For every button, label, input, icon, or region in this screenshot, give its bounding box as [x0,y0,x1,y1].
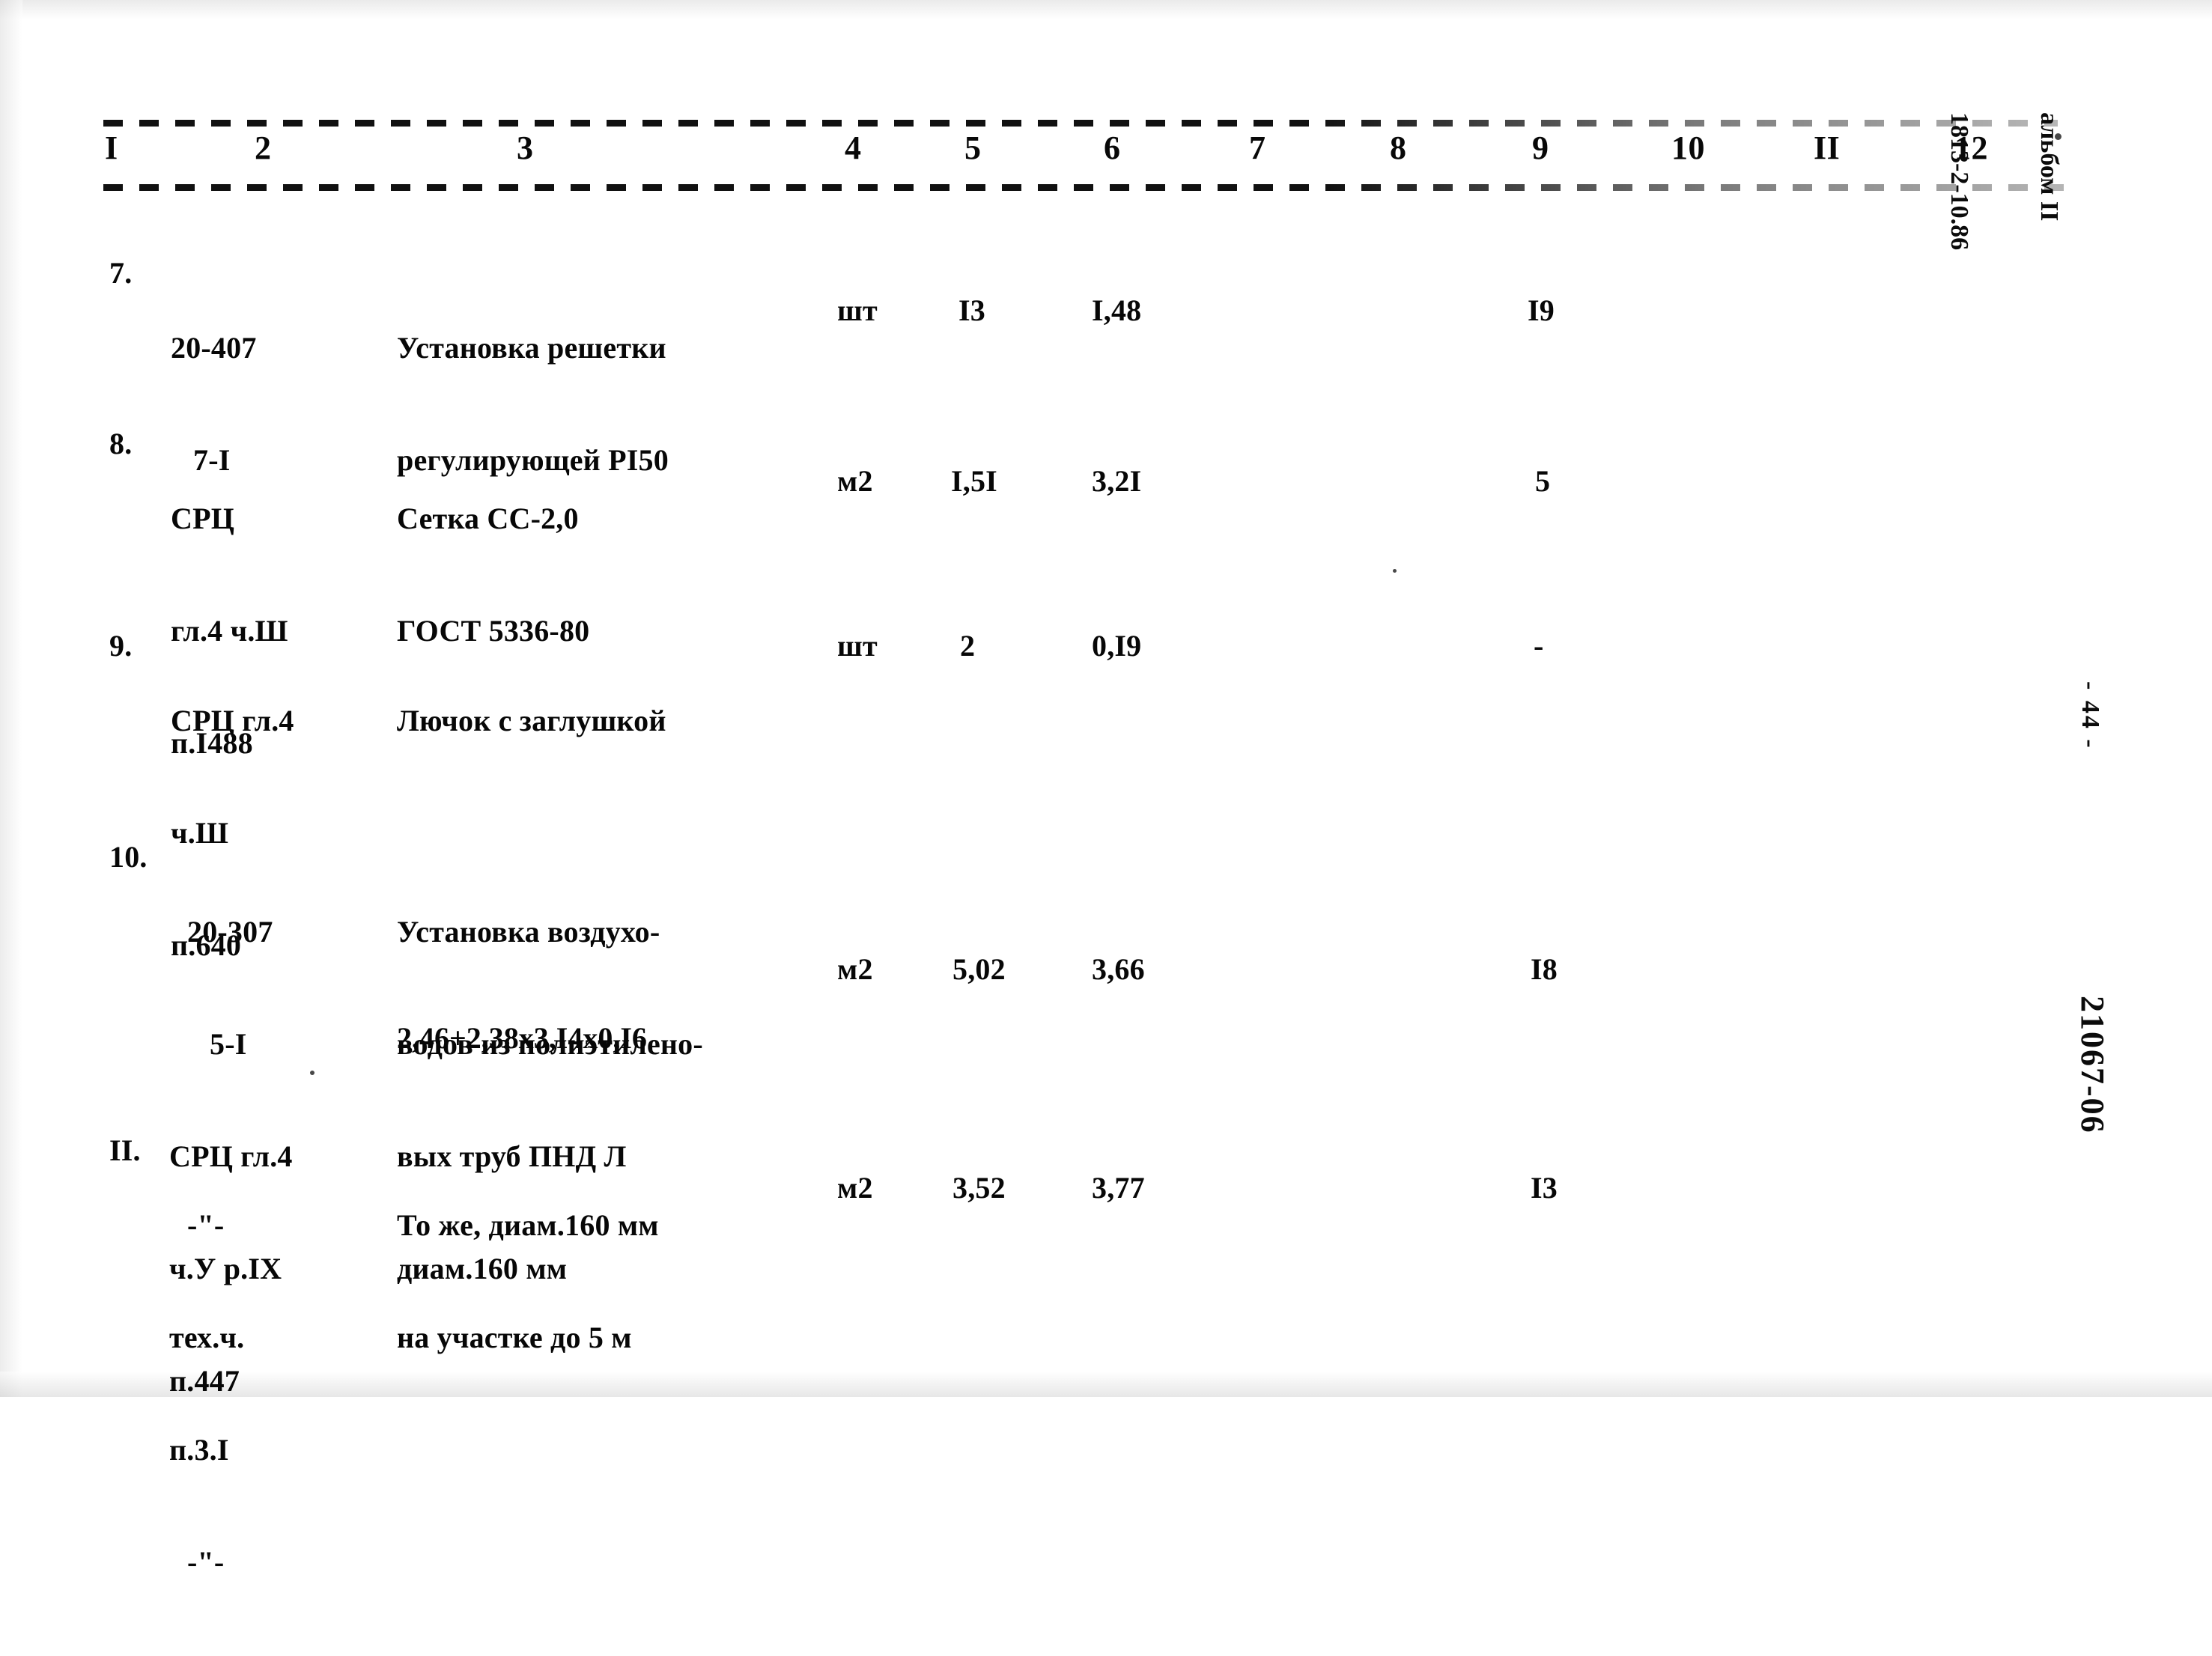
album-reference-note: альбом II 1813-2-10.86 [1884,112,2124,250]
row-code-line: п.3.I [169,1433,229,1467]
row-number: 10. [109,840,148,874]
row-col5: I,5I [951,464,997,498]
row-description-line: на участке до 5 м [397,1321,632,1354]
album-reference-line2: 1813-2-10.86 [1945,112,1973,251]
row-col9: 5 [1535,464,1551,498]
row-unit: шт [837,293,878,327]
row-code-line: тех.ч. [169,1321,245,1354]
row-unit: шт [837,629,878,663]
row-col9: I9 [1528,293,1555,327]
row-unit: м2 [837,1171,873,1205]
row-description-line: Лючок с заглушкой [397,704,666,737]
row-col9: I3 [1531,1171,1558,1205]
row-description: Лючок с заглушкой [397,627,666,815]
row-col9: I8 [1531,952,1558,986]
row-col5: I3 [958,293,985,327]
row-number: 9. [109,629,133,663]
document-code: 21067-06 [2074,996,2111,1134]
row-description-line: То же, диам.160 мм [397,1208,659,1242]
row-col6: I,48 [1092,293,1142,327]
scan-speck [310,1071,315,1075]
row-description-line: Сетка СС-2,0 [397,502,579,535]
row-code-line: 20-307 [187,915,273,949]
scan-speck [2055,133,2061,140]
row-code-line: 5-I [210,1027,247,1061]
row-col6: 3,66 [1092,952,1145,986]
row-description-line: Установка решетки [397,331,666,365]
row-number: 7. [109,256,133,290]
row-number: II. [109,1133,141,1167]
row-col9: - [1534,629,1544,663]
row-col5: 3,52 [952,1171,1006,1205]
row-number: 8. [109,427,133,460]
row-code: -"- тех.ч. п.3.I -"- [169,1132,249,1656]
page-number: - 44 - [2076,681,2104,750]
row-formula: 2,46+2,38х3,I4х0,I6 [397,1021,647,1055]
row-description-line: Установка воздухо- [397,915,660,949]
row-code-line: -"- [187,1208,225,1242]
row-col5: 2 [960,629,976,663]
scan-speck [1393,569,1397,573]
row-code-line: СРЦ гл.4 [171,704,294,737]
row-code-line: 20-407 [171,331,257,365]
row-unit: м2 [837,952,873,986]
row-col6: 0,I9 [1092,629,1142,663]
row-col6: 3,77 [1092,1171,1145,1205]
row-unit: м2 [837,464,873,498]
row-code-line: СРЦ [171,502,235,535]
row-code-line: -"- [187,1545,225,1579]
row-description: То же, диам.160 мм на участке до 5 м [397,1132,659,1431]
row-col5: 5,02 [952,952,1006,986]
table-body: 7. 20-407 7-I Установка решетки регулиру… [0,0,2212,1579]
scanned-page: I 2 3 4 5 6 7 8 9 10 II 12 7. 20-407 7-I… [0,0,2212,1579]
row-col6: 3,2I [1092,464,1142,498]
